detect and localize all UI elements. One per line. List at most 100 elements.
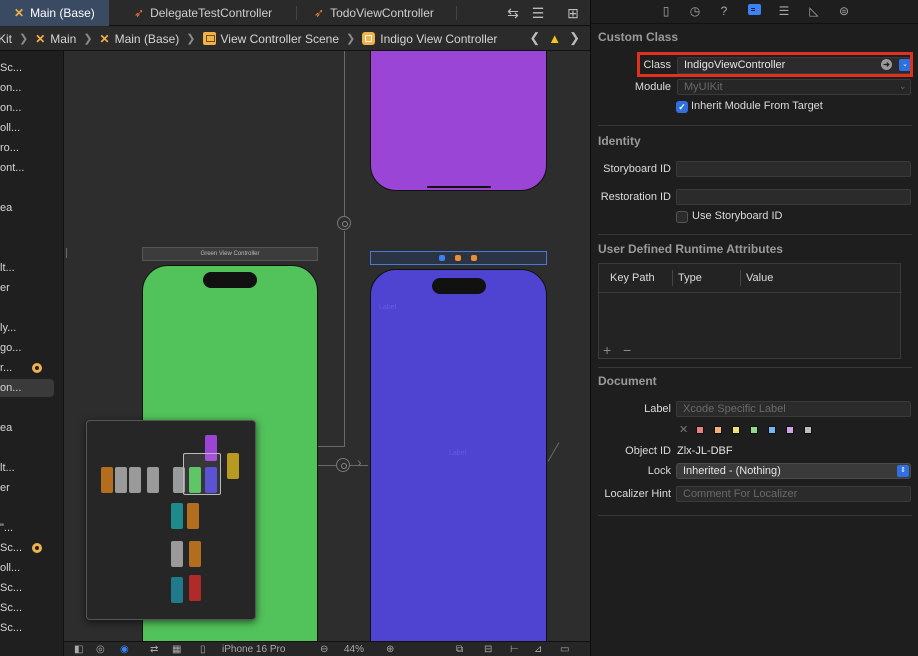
globe-icon[interactable]: ◉ [120, 644, 129, 655]
column-header-value[interactable]: Value [746, 264, 773, 292]
storyboard-id-field[interactable] [676, 161, 911, 177]
view-controller-icon[interactable] [439, 255, 445, 261]
crumb-main-base[interactable]: ✕ Main (Base) [100, 32, 180, 46]
outline-item[interactable]: oll... [0, 119, 63, 137]
first-responder-icon[interactable] [455, 255, 461, 261]
size-inspector-icon[interactable]: ◺ [807, 4, 821, 18]
outline-item[interactable]: on... [0, 79, 63, 97]
storyboard-editor: ✕ Main (Base) ➶ DelegateTestController ➶… [0, 0, 590, 656]
exit-icon[interactable] [471, 255, 477, 261]
scene-label[interactable]: Label [379, 304, 396, 311]
segue-icon[interactable] [336, 458, 350, 472]
add-attribute-button[interactable]: + [603, 343, 611, 357]
tab-delegate-test-controller[interactable]: ➶ DelegateTestController [134, 0, 294, 26]
canvas-minimap[interactable] [86, 420, 256, 620]
outline-item[interactable]: Sc... [0, 599, 63, 617]
crumb-main[interactable]: ✕ Main [35, 32, 76, 46]
outline-item[interactable]: ro... [0, 139, 63, 157]
xcode-icon: ✕ [35, 31, 46, 46]
pin-icon[interactable]: ⊢ [510, 644, 519, 655]
color-swatch-gray[interactable] [804, 426, 812, 434]
restoration-id-field[interactable] [676, 189, 911, 205]
embed-icon[interactable]: ▭ [560, 644, 569, 655]
related-items-icon[interactable]: ⇆ [504, 4, 522, 22]
crumb-indigo-view-controller[interactable]: Indigo View Controller [362, 32, 497, 46]
crumb-kit[interactable]: Kit [0, 32, 12, 46]
warning-icon[interactable]: ▲ [548, 31, 561, 46]
storyboard-canvas[interactable]: › Green View Controller Label Label [64, 51, 590, 641]
outline-item[interactable]: er [0, 279, 63, 297]
outline-item[interactable]: "... [0, 519, 63, 537]
inherit-module-label: Inherit Module From Target [691, 100, 823, 112]
no-color-icon[interactable]: ✕ [679, 423, 688, 436]
use-storyboard-id-checkbox[interactable] [676, 211, 688, 223]
segue-icon[interactable] [337, 216, 351, 230]
column-header-type[interactable]: Type [678, 264, 702, 292]
help-inspector-icon[interactable]: ? [717, 4, 731, 18]
minimap-viewport[interactable] [183, 453, 221, 495]
outline-item[interactable]: ea [0, 419, 63, 437]
outline-item[interactable]: Sc... [0, 619, 63, 637]
outline-item-selected[interactable]: on... [0, 379, 54, 397]
zoom-in-icon[interactable]: ⊕ [386, 644, 394, 655]
outline-item[interactable]: go... [0, 339, 63, 357]
green-scene-title-bar[interactable]: Green View Controller [142, 247, 318, 261]
outline-item[interactable]: Sc... [0, 59, 63, 77]
identity-inspector-icon[interactable] [747, 4, 761, 18]
editor-options-icon[interactable]: ☰ [529, 4, 547, 22]
inherit-module-checkbox[interactable]: ✓ [676, 101, 688, 113]
device-icon[interactable]: ▯ [200, 644, 206, 655]
scene-label[interactable]: Label [449, 450, 466, 457]
crumb-view-controller-scene[interactable]: View Controller Scene [202, 32, 339, 46]
zoom-out-icon[interactable]: ⊖ [320, 644, 328, 655]
color-swatch-yellow[interactable] [732, 426, 740, 434]
column-header-key-path[interactable]: Key Path [610, 264, 655, 292]
indigo-scene-title-bar[interactable] [370, 251, 547, 265]
purple-view-controller-scene[interactable] [370, 51, 547, 191]
outline-item[interactable]: Sc... [0, 579, 63, 597]
color-swatch-blue[interactable] [768, 426, 776, 434]
outline-item[interactable]: on... [0, 99, 63, 117]
remove-attribute-button[interactable]: − [623, 343, 631, 357]
color-swatch-orange[interactable] [714, 426, 722, 434]
module-dropdown-icon[interactable]: ⌄ [899, 81, 907, 92]
outline-item[interactable]: oll... [0, 559, 63, 577]
section-divider [598, 234, 912, 235]
resolve-issues-icon[interactable]: ⊿ [534, 644, 542, 655]
orientation-icon[interactable]: ⇄ [150, 644, 158, 655]
file-inspector-icon[interactable]: ▯ [659, 4, 673, 18]
color-swatch-red[interactable] [696, 426, 704, 434]
minimap-scene [187, 503, 199, 529]
grid-icon[interactable]: ▦ [172, 644, 181, 655]
lock-popup-button[interactable]: Inherited - (Nothing) ⇕ [676, 463, 911, 479]
runtime-attributes-table[interactable]: Key Path Type Value + − [598, 263, 902, 359]
outline-item[interactable]: ont... [0, 159, 63, 177]
document-outline-toggle-icon[interactable]: ◧ [74, 644, 83, 655]
color-swatch-purple[interactable] [786, 426, 794, 434]
connections-inspector-icon[interactable]: ⊜ [837, 4, 851, 18]
localizer-hint-field[interactable]: Comment For Localizer [676, 486, 911, 502]
chevron-right-icon[interactable]: ❯ [569, 30, 580, 46]
outline-item[interactable]: er [0, 479, 63, 497]
tab-todo-view-controller[interactable]: ➶ TodoViewController [314, 0, 454, 26]
add-editor-icon[interactable]: ⊞ [564, 4, 582, 22]
outline-item[interactable]: lt... [0, 459, 63, 477]
doc-label-field[interactable]: Xcode Specific Label [676, 401, 911, 417]
color-swatch-green[interactable] [750, 426, 758, 434]
outline-item[interactable]: ly... [0, 319, 63, 337]
outline-item[interactable]: lt... [0, 259, 63, 277]
align-icon[interactable]: ⊟ [484, 644, 492, 655]
history-inspector-icon[interactable]: ◷ [688, 4, 702, 18]
indigo-view-controller-scene[interactable]: Label Label [370, 269, 547, 641]
update-frames-icon[interactable]: ⧉ [456, 644, 463, 655]
attributes-inspector-icon[interactable]: ☰ [777, 4, 791, 18]
tab-main-base[interactable]: ✕ Main (Base) [0, 0, 109, 26]
appearance-icon[interactable]: ◎ [96, 644, 105, 655]
chevron-left-icon[interactable]: ❮ [529, 30, 540, 46]
use-storyboard-id-label: Use Storyboard ID [692, 210, 783, 222]
module-field[interactable]: MyUIKit [677, 79, 911, 95]
outline-item[interactable]: ea [0, 199, 63, 217]
object-id-label: Object ID [625, 445, 671, 457]
device-label[interactable]: iPhone 16 Pro [222, 644, 285, 655]
zoom-label[interactable]: 44% [344, 644, 364, 655]
